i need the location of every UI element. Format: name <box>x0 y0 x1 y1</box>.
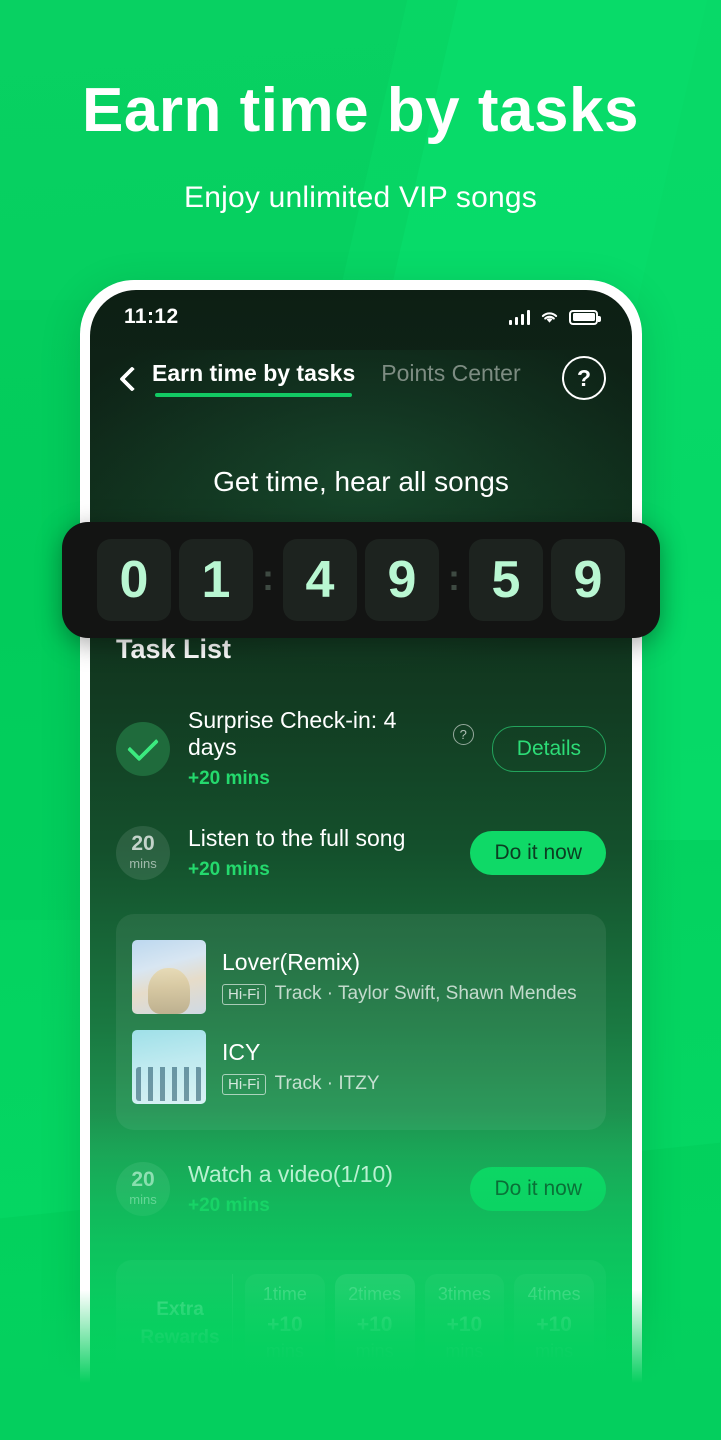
minutes-badge-icon: 20 mins <box>116 1162 170 1216</box>
tab-label: Points Center <box>381 359 521 386</box>
task-help-icon[interactable]: ? <box>452 723 474 745</box>
countdown-timer: 0 1 : 4 9 : 5 9 <box>62 522 660 638</box>
tab-bar: Earn time by tasks Points Center <box>152 360 562 397</box>
reward-amount: +10 <box>356 1313 393 1336</box>
reward-card[interactable]: 1time +10 mins <box>245 1274 325 1374</box>
tab-earn-time-by-tasks[interactable]: Earn time by tasks <box>152 360 355 397</box>
reward-unit: mins <box>355 1341 394 1361</box>
extra-rewards-label: Extra Rewards <box>128 1274 233 1374</box>
reward-amount: +10 <box>446 1313 483 1336</box>
app-navbar: Earn time by tasks Points Center ? <box>90 344 632 412</box>
countdown-digit: 4 <box>283 539 357 621</box>
question-mark-circle-icon[interactable]: ? <box>562 356 606 400</box>
hero-title: Get time, hear all songs <box>213 466 509 497</box>
song-meta-text: Track · ITZY <box>274 1073 380 1094</box>
song-info: ICY Hi-Fi Track · ITZY <box>222 1039 590 1095</box>
minutes-badge-icon: 20 mins <box>116 826 170 880</box>
badge-unit: mins <box>129 855 157 871</box>
check-circle-icon <box>116 721 170 776</box>
task-row[interactable]: 20 mins Watch a video(1/10) +20 mins Do … <box>116 1140 606 1238</box>
reward-card-list: 1time +10 mins 2times +10 mins 3times +1… <box>233 1274 594 1374</box>
countdown-digit: 9 <box>551 539 625 621</box>
badge-number: 20 <box>131 831 155 855</box>
task-row[interactable]: 20 mins Listen to the full song +20 mins… <box>116 804 606 902</box>
promo-headline: Earn time by tasks <box>82 76 639 145</box>
song-meta: Hi-Fi Track · ITZY <box>222 1073 590 1095</box>
reward-times: 2times <box>348 1284 402 1304</box>
battery-full-icon <box>569 309 601 325</box>
signal-bars-icon <box>508 309 530 325</box>
promo-subheadline: Enjoy unlimited VIP songs <box>184 181 537 215</box>
song-title: Lover(Remix) <box>222 949 361 975</box>
task-title: Listen to the full song <box>188 825 406 851</box>
extra-rewards-label-line1: Extra <box>156 1299 204 1321</box>
extra-rewards-panel: Extra Rewards 1time +10 mins 2times +10 … <box>116 1260 606 1388</box>
task-title-row: Watch a video(1/10) <box>188 1161 452 1188</box>
song-list: Lover(Remix) Hi-Fi Track · Taylor Swift,… <box>116 914 606 1130</box>
task-title: Watch a video(1/10) <box>188 1161 393 1187</box>
task-title-row: Listen to the full song <box>188 825 452 852</box>
hifi-badge: Hi-Fi <box>222 1073 266 1095</box>
do-it-now-button[interactable]: Do it now <box>470 1167 606 1211</box>
reward-card[interactable]: 3times +10 mins <box>424 1274 505 1374</box>
reward-unit: mins <box>445 1341 484 1361</box>
badge-number: 20 <box>131 1167 155 1191</box>
song-info: Lover(Remix) Hi-Fi Track · Taylor Swift,… <box>222 949 590 1005</box>
task-reward: +20 mins <box>188 859 270 880</box>
task-reward: +20 mins <box>188 1195 270 1216</box>
status-bar-time: 11:12 <box>124 305 179 328</box>
icy-album-art <box>132 1030 206 1104</box>
reward-times: 1time <box>262 1284 307 1304</box>
countdown-digit: 5 <box>469 539 543 621</box>
song-title: ICY <box>222 1039 261 1065</box>
song-meta: Hi-Fi Track · Taylor Swift, Shawn Mendes <box>222 983 590 1005</box>
reward-times: 4times <box>527 1284 581 1304</box>
tab-points-center[interactable]: Points Center <box>381 360 520 397</box>
phone-mockup-frame: 11:12 Earn time by tasks Points Center ?… <box>80 280 642 1440</box>
song-list-item[interactable]: ICY Hi-Fi Track · ITZY <box>132 1022 590 1112</box>
countdown-digit: 9 <box>365 539 439 621</box>
promo-text-block: Earn time by tasks Enjoy unlimited VIP s… <box>0 78 721 215</box>
song-list-item[interactable]: Lover(Remix) Hi-Fi Track · Taylor Swift,… <box>132 932 590 1022</box>
reward-amount: +10 <box>267 1313 303 1336</box>
extra-rewards-label-line2: Rewards <box>140 1327 220 1348</box>
do-it-now-button[interactable]: Do it now <box>470 831 606 875</box>
details-button[interactable]: Details <box>491 725 606 772</box>
task-list-heading: Task List <box>116 634 232 664</box>
song-meta-text: Track · Taylor Swift, Shawn Mendes <box>274 983 577 1004</box>
countdown-separator: : <box>448 557 460 598</box>
countdown-digit: 1 <box>179 539 253 621</box>
task-text-block: Surprise Check-in: 4 days ? +20 mins <box>188 707 474 790</box>
wifi-icon <box>541 312 558 323</box>
reward-unit: mins <box>265 1341 304 1361</box>
chevron-left-icon[interactable] <box>112 361 146 395</box>
reward-card[interactable]: 4times +10 mins <box>514 1274 594 1374</box>
countdown-digit: 0 <box>97 539 171 621</box>
reward-times: 3times <box>437 1284 491 1304</box>
task-text-block: Listen to the full song +20 mins <box>188 825 452 881</box>
reward-amount: +10 <box>536 1313 572 1336</box>
task-reward: +20 mins <box>188 768 270 789</box>
hifi-badge: Hi-Fi <box>222 983 266 1005</box>
status-bar: 11:12 <box>90 290 632 344</box>
task-text-block: Watch a video(1/10) +20 mins <box>188 1161 452 1217</box>
badge-unit: mins <box>129 1191 157 1207</box>
task-row[interactable]: Surprise Check-in: 4 days ? +20 mins Det… <box>116 693 606 804</box>
task-content: Task List Surprise Check-in: 4 days ? +2… <box>90 634 632 1388</box>
status-bar-icons <box>508 309 601 325</box>
lover-album-art <box>132 940 206 1014</box>
reward-unit: mins <box>535 1341 574 1361</box>
check-mark <box>127 729 159 762</box>
phone-screen: 11:12 Earn time by tasks Points Center ?… <box>90 290 632 1440</box>
countdown-separator: : <box>262 557 274 598</box>
reward-card[interactable]: 2times +10 mins <box>334 1274 415 1374</box>
task-title-row: Surprise Check-in: 4 days ? <box>188 707 474 761</box>
tab-label: Earn time by tasks <box>152 359 356 386</box>
task-title: Surprise Check-in: 4 days <box>188 707 397 760</box>
